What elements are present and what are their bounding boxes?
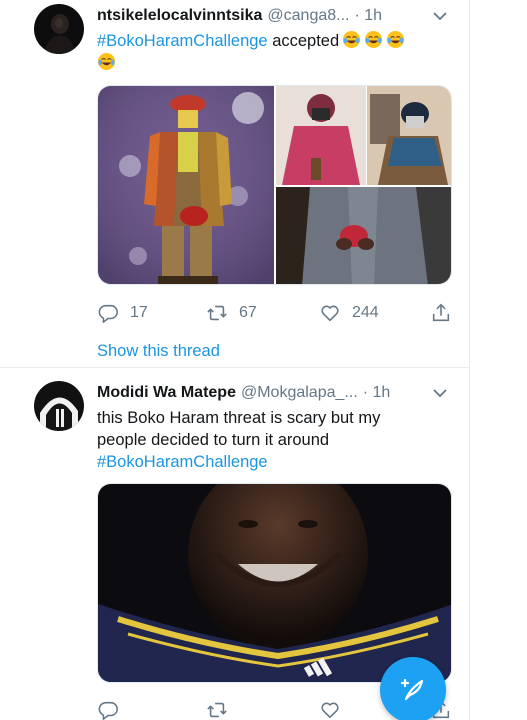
photo[interactable] <box>97 483 452 683</box>
face-with-tears-of-joy-icon <box>97 52 116 71</box>
reply-icon <box>98 304 118 323</box>
display-name[interactable]: Modidi Wa Matepe <box>97 384 236 402</box>
retweet-count: 67 <box>239 304 257 321</box>
heart-icon <box>321 305 339 322</box>
retweet-icon <box>207 305 227 321</box>
user-handle[interactable]: @canga8... <box>267 7 349 25</box>
face-with-tears-of-joy-icon <box>342 30 361 49</box>
tweet[interactable]: ntsikelelocalvinntsika @canga8... · 1h #… <box>0 0 469 368</box>
tweet-actions: 17 67 244 <box>97 302 454 326</box>
reply-icon <box>98 701 118 720</box>
retweet-button[interactable] <box>206 699 228 720</box>
tweet-header: ntsikelelocalvinntsika @canga8... · 1h <box>97 4 448 28</box>
photo-3[interactable] <box>367 86 452 185</box>
like-button[interactable] <box>319 699 341 720</box>
chevron-down-icon[interactable] <box>432 8 448 24</box>
avatar[interactable] <box>34 381 84 431</box>
retweet-button[interactable]: 67 <box>206 302 257 324</box>
compose-tweet-icon <box>400 678 424 701</box>
face-with-tears-of-joy-icon <box>386 30 405 49</box>
timestamp[interactable]: · 1h <box>354 7 382 25</box>
compose-tweet-button[interactable] <box>380 657 446 720</box>
photo-4[interactable] <box>276 187 452 285</box>
tweet-text: #BokoHaramChallenge accepted <box>97 30 450 74</box>
reply-button[interactable] <box>97 699 119 720</box>
share-icon <box>432 303 450 322</box>
tweet-text-segment: accepted <box>267 32 340 50</box>
retweet-icon <box>207 702 227 718</box>
avatar[interactable] <box>34 4 84 54</box>
user-handle[interactable]: @Mokgalapa_... <box>241 384 358 402</box>
tweet-text: this Boko Haram threat is scary but my p… <box>97 407 450 473</box>
reply-button[interactable]: 17 <box>97 302 148 324</box>
heart-icon <box>321 702 339 719</box>
timeline: ntsikelelocalvinntsika @canga8... · 1h #… <box>0 0 470 720</box>
tweet-text-line: people decided to turn it around <box>97 431 330 449</box>
photo-2[interactable] <box>276 86 366 185</box>
photo-grid[interactable] <box>97 85 452 285</box>
hashtag-link[interactable]: #BokoHaramChallenge <box>97 32 268 50</box>
show-thread-link[interactable]: Show this thread <box>97 342 220 361</box>
hashtag-link[interactable]: #BokoHaramChallenge <box>97 451 450 473</box>
face-with-tears-of-joy-icon <box>364 30 383 49</box>
like-count: 244 <box>352 304 379 321</box>
tweet-text-line: this Boko Haram threat is scary but my <box>97 409 381 427</box>
timestamp[interactable]: · 1h <box>363 384 391 402</box>
share-button[interactable] <box>430 302 452 324</box>
photo-1[interactable] <box>98 86 274 285</box>
reply-count: 17 <box>130 304 148 321</box>
like-button[interactable]: 244 <box>319 302 379 324</box>
chevron-down-icon[interactable] <box>432 385 448 401</box>
tweet-header: Modidi Wa Matepe @Mokgalapa_... · 1h <box>97 381 448 405</box>
display-name[interactable]: ntsikelelocalvinntsika <box>97 7 262 25</box>
